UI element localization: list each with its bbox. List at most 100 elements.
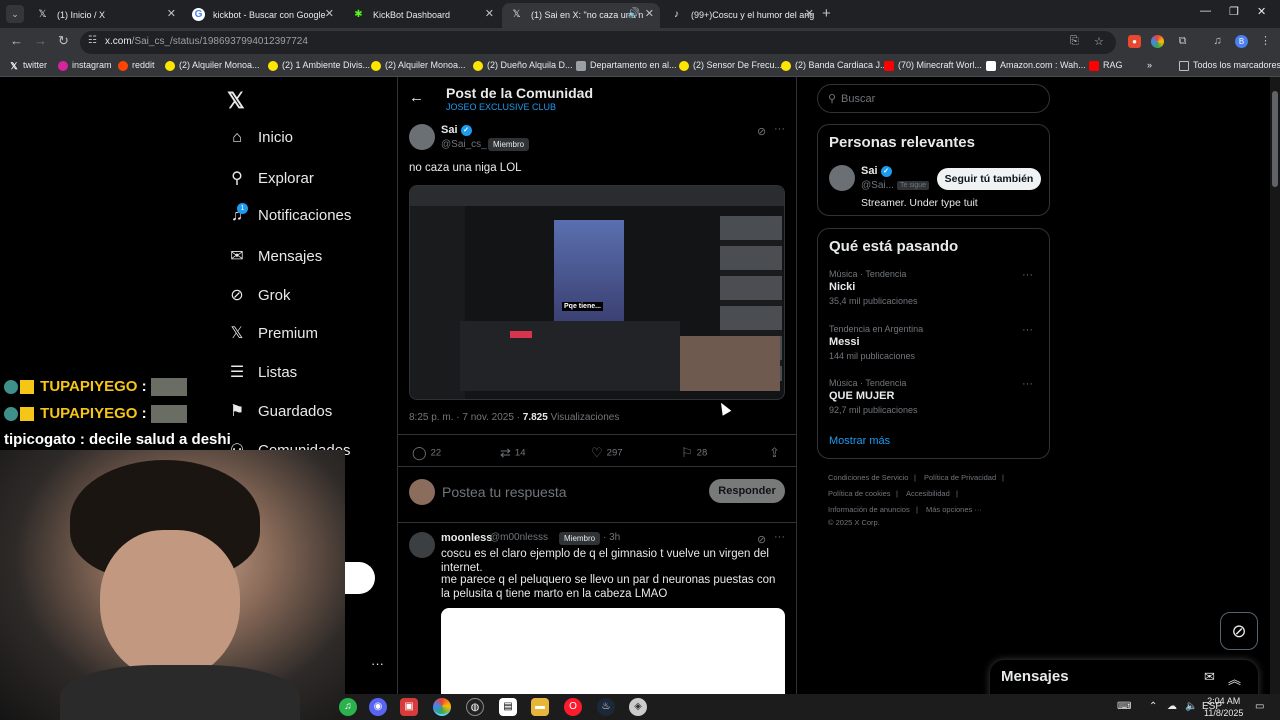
volume-icon[interactable]: 🔈	[1185, 701, 1197, 712]
trend-name[interactable]: QUE MUJER	[829, 390, 894, 402]
site-info-icon[interactable]: ☷	[88, 35, 97, 46]
trend-name[interactable]: Nicki	[829, 281, 855, 293]
nav-item-inicio[interactable]: ⌂ Inicio	[228, 129, 293, 151]
chevron-up-icon[interactable]: ︽	[1228, 669, 1241, 688]
reply-author[interactable]: moonless	[441, 532, 492, 544]
chrome-icon[interactable]	[433, 698, 451, 716]
nav-item-mensajes[interactable]: ✉ Mensajes	[228, 246, 322, 268]
back-arrow-icon[interactable]: ←	[409, 89, 424, 106]
app-icon[interactable]: ◈	[629, 698, 647, 716]
bookmark-item[interactable]: instagram	[58, 60, 112, 71]
reload-icon[interactable]: ↻	[58, 33, 69, 49]
grok-icon[interactable]: ⊘	[757, 125, 766, 138]
bookmark-item[interactable]: RAG	[1089, 60, 1123, 71]
more-icon[interactable]: ···	[371, 656, 384, 671]
tab-kickbot[interactable]: ✱ KickBot Dashboard ✕	[344, 3, 500, 28]
restore-icon[interactable]: ❐	[1229, 5, 1239, 18]
bookmark-item[interactable]: (2) Banda Cardiaca J...	[781, 60, 888, 71]
like-action[interactable]: ♡ 297	[591, 445, 623, 461]
new-tab-button[interactable]: +	[822, 5, 831, 22]
obs-icon[interactable]: ◍	[466, 698, 484, 716]
post-media-image[interactable]: Pqe tiene...	[409, 185, 785, 400]
more-icon[interactable]: ···	[1022, 269, 1033, 281]
steam-icon[interactable]: ♨	[597, 698, 615, 716]
footer-link[interactable]: Política de Privacidad	[924, 473, 996, 482]
speaker-icon[interactable]: 🔊	[628, 3, 640, 25]
folder-icon[interactable]: ▬	[531, 698, 549, 716]
nav-item-guardados[interactable]: ⚑ Guardados	[228, 401, 332, 423]
tab-tiktok[interactable]: ♪ (99+)Coscu y el humor del ang ✕	[662, 3, 820, 28]
close-icon[interactable]: ✕	[485, 3, 494, 25]
chrome-menu-icon[interactable]: ⋮	[1259, 35, 1272, 48]
nav-item-notificaciones[interactable]: ♫ 1 Notificaciones	[228, 203, 351, 229]
reply-input[interactable]: Postea tu respuesta	[442, 484, 567, 500]
footer-link[interactable]: Condiciones de Servicio	[828, 473, 908, 482]
close-icon[interactable]: ✕	[325, 3, 334, 25]
capcut-icon[interactable]: ▤	[499, 698, 517, 716]
show-more-link[interactable]: Mostrar más	[829, 435, 890, 447]
bookmark-item[interactable]: reddit	[118, 60, 155, 71]
bookmark-item[interactable]: Departamento en al...	[576, 60, 677, 71]
avatar[interactable]	[409, 124, 435, 150]
post-button-edge[interactable]	[345, 562, 375, 594]
close-icon[interactable]: ✕	[167, 3, 176, 25]
bookmark-item[interactable]: (2) Dueño Alquila D...	[473, 60, 573, 71]
community-link[interactable]: JOSEO EXCLUSIVE CLUB	[446, 102, 556, 112]
chevron-up-icon[interactable]: ⌃	[1149, 701, 1157, 712]
more-icon[interactable]: ···	[1022, 324, 1033, 336]
grok-icon[interactable]: ⊘	[757, 533, 766, 546]
x-logo-icon[interactable]: 𝕏	[227, 88, 245, 114]
window-close-icon[interactable]: ✕	[1257, 5, 1266, 18]
network-icon[interactable]: ☁	[1167, 701, 1177, 712]
extension-icon[interactable]: ●	[1128, 35, 1141, 48]
install-app-icon[interactable]: ⎘	[1070, 35, 1079, 48]
avatar[interactable]	[409, 532, 435, 558]
extension-icon[interactable]	[1151, 35, 1164, 48]
person-handle[interactable]: @Sai...	[861, 180, 894, 191]
scrollbar[interactable]	[1270, 77, 1280, 700]
footer-link[interactable]: Política de cookies	[828, 489, 891, 498]
reply-action[interactable]: ◯ 22	[412, 445, 441, 461]
close-icon[interactable]: ✕	[645, 3, 654, 25]
bookmark-item[interactable]: Amazon.com : Wah...	[986, 60, 1086, 71]
address-bar[interactable]: ☷ x.com/Sai_cs_/status/19869379940123977…	[80, 31, 1116, 54]
bookmark-item[interactable]: (2) Sensor De Frecu...	[679, 60, 782, 71]
discord-icon[interactable]: ◉	[369, 698, 387, 716]
more-icon[interactable]: ···	[1022, 378, 1033, 390]
follow-button[interactable]: Seguir tú también	[937, 168, 1041, 190]
new-message-icon[interactable]: ✉	[1204, 669, 1215, 685]
tab-search-button[interactable]: ⌄	[6, 5, 24, 23]
reply-button[interactable]: Responder	[709, 479, 785, 503]
repost-action[interactable]: ⇄ 14	[500, 445, 525, 461]
nav-item-grok[interactable]: ⊘ Grok	[228, 285, 290, 307]
close-icon[interactable]: ✕	[805, 3, 814, 25]
bookmarks-overflow-icon[interactable]: »	[1147, 60, 1152, 70]
bookmark-star-icon[interactable]: ☆	[1094, 35, 1104, 48]
back-icon[interactable]: ←	[10, 33, 23, 48]
spotify-icon[interactable]: ♫	[339, 698, 357, 716]
keyboard-icon[interactable]: ⌨	[1117, 701, 1131, 712]
nav-item-explorar[interactable]: ⚲ Explorar	[228, 168, 314, 190]
extensions-puzzle-icon[interactable]: ⧉	[1176, 35, 1189, 48]
footer-link[interactable]: Información de anuncios	[828, 505, 910, 514]
bookmark-action[interactable]: ⚐ 28	[681, 445, 707, 461]
trend-name[interactable]: Messi	[829, 336, 860, 348]
person-name[interactable]: Sai ✓	[861, 165, 892, 177]
tab-x-home[interactable]: 𝕏 (1) Inicio / X ✕	[28, 3, 182, 28]
forward-icon[interactable]: →	[34, 33, 47, 48]
nav-item-listas[interactable]: ☰ Listas	[228, 362, 297, 384]
all-bookmarks[interactable]: Todos los marcadores	[1179, 60, 1280, 71]
footer-link[interactable]: Accesibilidad	[906, 489, 950, 498]
search-input[interactable]: ⚲ Buscar	[817, 84, 1050, 113]
clock[interactable]: 2:04 AM 11/8/2025	[1204, 695, 1243, 719]
bookmark-item[interactable]: (2) Alquiler Monoa...	[371, 60, 466, 71]
footer-link[interactable]: Más opciones ···	[926, 505, 982, 514]
opera-icon[interactable]: O	[564, 698, 582, 716]
post-author[interactable]: Sai ✓	[441, 124, 472, 136]
app-icon[interactable]: ▣	[400, 698, 418, 716]
post-handle[interactable]: @Sai_cs_	[441, 139, 487, 150]
nav-item-premium[interactable]: 𝕏 Premium	[228, 323, 318, 345]
avatar[interactable]	[829, 165, 855, 191]
bookmark-item[interactable]: 𝕏twitter	[9, 60, 47, 71]
profile-avatar[interactable]: B	[1235, 35, 1248, 48]
